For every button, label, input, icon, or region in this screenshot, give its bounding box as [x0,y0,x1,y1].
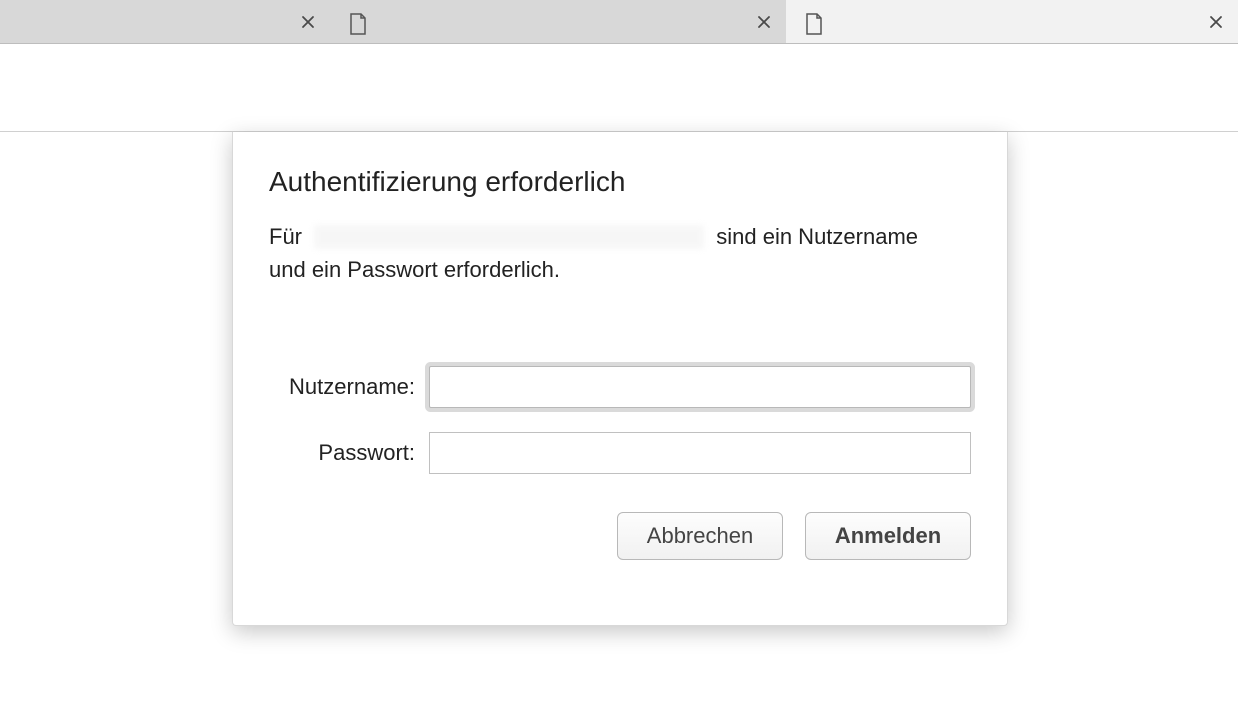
redacted-url [314,225,704,249]
auth-dialog: Authentifizierung erforderlich Für sind … [232,132,1008,626]
dialog-message-prefix: Für [269,220,308,253]
dialog-message: Für sind ein Nutzername und ein Passwort… [269,220,971,286]
cancel-button[interactable]: Abbrechen [617,512,783,560]
browser-tab[interactable] [0,0,330,43]
browser-toolbar [0,44,1238,132]
submit-button[interactable]: Anmelden [805,512,971,560]
dialog-title: Authentifizierung erforderlich [269,166,971,198]
dialog-actions: Abbrechen Anmelden [269,512,971,560]
browser-tab-active[interactable] [786,0,1238,43]
auth-form: Nutzername: Passwort: [269,366,971,474]
username-label: Nutzername: [269,374,429,400]
username-input[interactable] [429,366,971,408]
dialog-message-suffix1: sind ein Nutzername [710,220,918,253]
close-icon[interactable] [300,14,316,30]
password-row: Passwort: [269,432,971,474]
close-icon[interactable] [1208,14,1224,30]
page-icon [804,12,824,32]
tab-strip [0,0,1238,44]
page-content: Authentifizierung erforderlich Für sind … [0,132,1238,712]
password-label: Passwort: [269,440,429,466]
username-row: Nutzername: [269,366,971,408]
page-icon [348,12,368,32]
browser-tab[interactable] [330,0,786,43]
dialog-message-line2: und ein Passwort erforderlich. [269,253,560,286]
password-input[interactable] [429,432,971,474]
close-icon[interactable] [756,14,772,30]
